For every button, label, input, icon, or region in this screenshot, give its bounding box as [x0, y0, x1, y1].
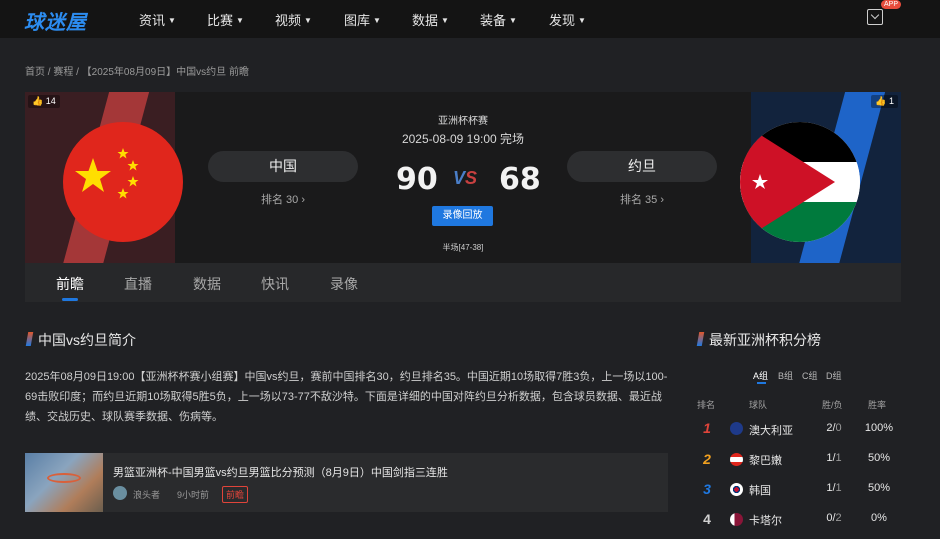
news-time: 9小时前 — [177, 490, 210, 500]
tab-stats[interactable]: 数据 — [193, 274, 221, 294]
caret-down-icon: ▼ — [578, 16, 586, 25]
home-team-rank[interactable]: 排名 30 › — [208, 191, 358, 207]
standing-team[interactable]: 韩国 — [749, 482, 771, 498]
match-tabs: 前瞻 直播 数据 快讯 录像 — [25, 263, 901, 302]
caret-down-icon: ▼ — [509, 16, 517, 25]
top-nav: 球迷屋 资讯 ▼ 比赛 ▼ 视频 ▼ 图库 ▼ 数据 ▼ 装备 ▼ 发现 ▼ APP — [0, 0, 940, 38]
standing-rank: 1 — [703, 420, 711, 436]
tab-live[interactable]: 直播 — [124, 274, 152, 294]
halftime-score: 半场[47-38] — [442, 243, 484, 252]
author-avatar — [113, 486, 127, 500]
tab-recording[interactable]: 录像 — [330, 274, 358, 294]
standing-rank: 4 — [703, 511, 711, 527]
news-tag: 前瞻 — [222, 486, 249, 503]
tab-preview[interactable]: 前瞻 — [56, 274, 84, 294]
basketball-hoop-icon — [47, 473, 81, 483]
thumbs-up-icon: 👍 — [32, 96, 44, 106]
standing-team[interactable]: 澳大利亚 — [749, 422, 793, 438]
col-header-rate: 胜率 — [868, 400, 887, 410]
news-thumbnail[interactable] — [25, 453, 103, 512]
standing-rate: 50% — [867, 482, 891, 494]
intro-text: 2025年08月09日19:00【亚洲杯杯赛小组赛】中国vs约旦，赛前中国排名3… — [25, 371, 668, 423]
standing-team[interactable]: 卡塔尔 — [749, 512, 782, 528]
standing-rate: 100% — [864, 422, 894, 434]
away-team-name[interactable]: 约旦 — [567, 151, 717, 182]
standings-title: 最新亚洲杯积分榜 — [709, 332, 821, 348]
standing-team[interactable]: 黎巴嫩 — [749, 452, 782, 468]
caret-down-icon: ▼ — [168, 16, 176, 25]
breadcrumb[interactable]: 首页 / 赛程 / 【2025年08月09日】中国vs约旦 前瞻 — [25, 63, 249, 78]
standing-wl: 2/0 — [826, 422, 842, 434]
col-header-rank: 排名 — [697, 400, 716, 410]
caret-down-icon: ▼ — [373, 16, 381, 25]
section-bar-icon — [696, 332, 705, 346]
news-author: 浪头者 — [133, 490, 161, 500]
away-team-rank[interactable]: 排名 35 › — [567, 191, 717, 207]
nav-item-gear[interactable]: 装备 ▼ — [480, 10, 517, 29]
australia-flag-icon — [730, 422, 743, 435]
download-app-icon[interactable] — [867, 9, 883, 25]
nav-item-data[interactable]: 数据 ▼ — [412, 10, 449, 29]
standing-rank: 3 — [703, 481, 711, 497]
replay-button[interactable]: 录像回放 — [432, 206, 493, 226]
away-score: 68 — [499, 162, 541, 197]
col-header-wl: 胜/负 — [822, 400, 843, 410]
home-score: 90 — [396, 162, 438, 197]
match-banner: 👍 14 👍 1 亚洲杯杯赛 2025-08-09 19:00 完场 中国 排名… — [25, 92, 901, 264]
korea-flag-icon — [730, 483, 743, 496]
standing-rate: 50% — [867, 452, 891, 464]
standing-wl: 1/1 — [826, 452, 842, 464]
caret-down-icon: ▼ — [304, 16, 312, 25]
home-like-badge[interactable]: 👍 14 — [28, 95, 60, 108]
tab-flash[interactable]: 快讯 — [261, 274, 289, 294]
group-tab-c[interactable]: C组 — [802, 369, 818, 382]
standing-rate: 0% — [871, 512, 887, 524]
app-badge: APP — [881, 0, 902, 9]
group-tab-d[interactable]: D组 — [826, 369, 842, 382]
intro-title: 中国vs约旦简介 — [38, 332, 136, 348]
lebanon-flag-icon — [730, 453, 743, 466]
group-tab-b[interactable]: B组 — [778, 369, 793, 382]
standing-wl: 1/1 — [826, 482, 842, 494]
nav-item-matches[interactable]: 比赛 ▼ — [207, 10, 244, 29]
standing-wl: 0/2 — [826, 512, 842, 524]
news-title[interactable]: 男篮亚洲杯-中国男篮vs约旦男篮比分预测（8月9日）中国剑指三连胜 — [113, 464, 448, 480]
nav-item-gallery[interactable]: 图库 ▼ — [344, 10, 381, 29]
active-group-indicator — [757, 382, 766, 384]
section-bar-icon — [25, 332, 34, 346]
group-tab-a[interactable]: A组 — [753, 369, 768, 382]
active-tab-indicator — [62, 298, 78, 301]
news-item[interactable]: 男篮亚洲杯-中国男篮vs约旦男篮比分预测（8月9日）中国剑指三连胜 浪头者 9小… — [25, 453, 668, 512]
qatar-flag-icon — [730, 513, 743, 526]
nav-item-video[interactable]: 视频 ▼ — [275, 10, 312, 29]
league-name[interactable]: 亚洲杯杯赛 — [25, 112, 901, 127]
caret-down-icon: ▼ — [441, 16, 449, 25]
caret-down-icon: ▼ — [236, 16, 244, 25]
thumbs-up-icon: 👍 — [875, 96, 887, 106]
vs-label: VS — [453, 168, 478, 188]
col-header-team: 球队 — [749, 400, 768, 410]
nav-item-news[interactable]: 资讯 ▼ — [139, 10, 176, 29]
home-team-name[interactable]: 中国 — [208, 151, 358, 182]
away-like-badge[interactable]: 👍 1 — [871, 95, 898, 108]
standing-rank: 2 — [703, 451, 711, 467]
match-datetime: 2025-08-09 19:00 完场 — [401, 132, 525, 146]
nav-item-discover[interactable]: 发现 ▼ — [549, 10, 586, 29]
site-logo[interactable]: 球迷屋 — [24, 6, 87, 35]
